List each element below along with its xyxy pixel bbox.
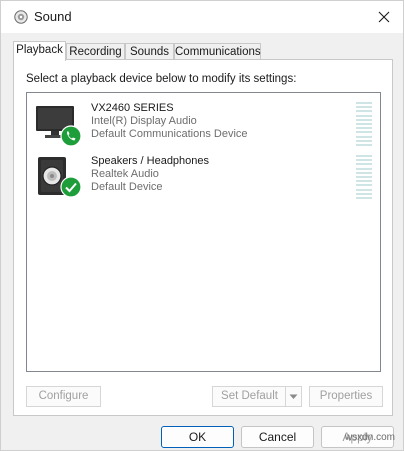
phone-badge-icon bbox=[60, 125, 82, 150]
title-bar[interactable]: Sound bbox=[1, 1, 403, 33]
tab-sounds[interactable]: Sounds bbox=[125, 43, 174, 60]
set-default-button[interactable]: Set Default bbox=[212, 386, 287, 407]
device-details: VX2460 SERIES Intel(R) Display Audio Def… bbox=[91, 102, 248, 141]
device-item-speakers[interactable]: Speakers / Headphones Realtek Audio Defa… bbox=[33, 155, 374, 203]
device-list[interactable]: VX2460 SERIES Intel(R) Display Audio Def… bbox=[26, 92, 381, 372]
tab-playback[interactable]: Playback bbox=[13, 41, 66, 61]
sound-dialog: Sound Playback Recording Sounds Communic… bbox=[0, 0, 404, 451]
device-status: Default Device bbox=[91, 181, 163, 193]
watermark-text: wsxdn.com bbox=[344, 432, 395, 443]
device-name: Speakers / Headphones bbox=[91, 155, 210, 167]
device-status: Default Communications Device bbox=[91, 128, 248, 140]
tab-communications[interactable]: Communications bbox=[174, 43, 261, 60]
level-meter bbox=[356, 102, 372, 146]
close-icon bbox=[378, 11, 390, 23]
properties-button[interactable]: Properties bbox=[309, 386, 383, 407]
device-item-vx2460[interactable]: VX2460 SERIES Intel(R) Display Audio Def… bbox=[33, 102, 374, 150]
close-button[interactable] bbox=[371, 5, 397, 29]
chevron-down-icon bbox=[289, 394, 298, 399]
device-details: Speakers / Headphones Realtek Audio Defa… bbox=[91, 155, 209, 194]
tab-recording[interactable]: Recording bbox=[66, 43, 125, 60]
configure-button[interactable]: Configure bbox=[26, 386, 101, 407]
device-name: VX2460 SERIES bbox=[91, 102, 174, 114]
window-title: Sound bbox=[34, 9, 72, 24]
device-driver: Realtek Audio bbox=[91, 168, 159, 180]
device-driver: Intel(R) Display Audio bbox=[91, 115, 197, 127]
playback-panel: Select a playback device below to modify… bbox=[13, 59, 393, 416]
instructions-text: Select a playback device below to modify… bbox=[26, 73, 297, 85]
speaker-app-icon bbox=[14, 10, 28, 24]
checkmark-badge-icon bbox=[60, 176, 82, 201]
cancel-button[interactable]: Cancel bbox=[241, 426, 314, 448]
set-default-dropdown[interactable] bbox=[285, 386, 302, 407]
level-meter bbox=[356, 155, 372, 199]
ok-button[interactable]: OK bbox=[161, 426, 234, 448]
